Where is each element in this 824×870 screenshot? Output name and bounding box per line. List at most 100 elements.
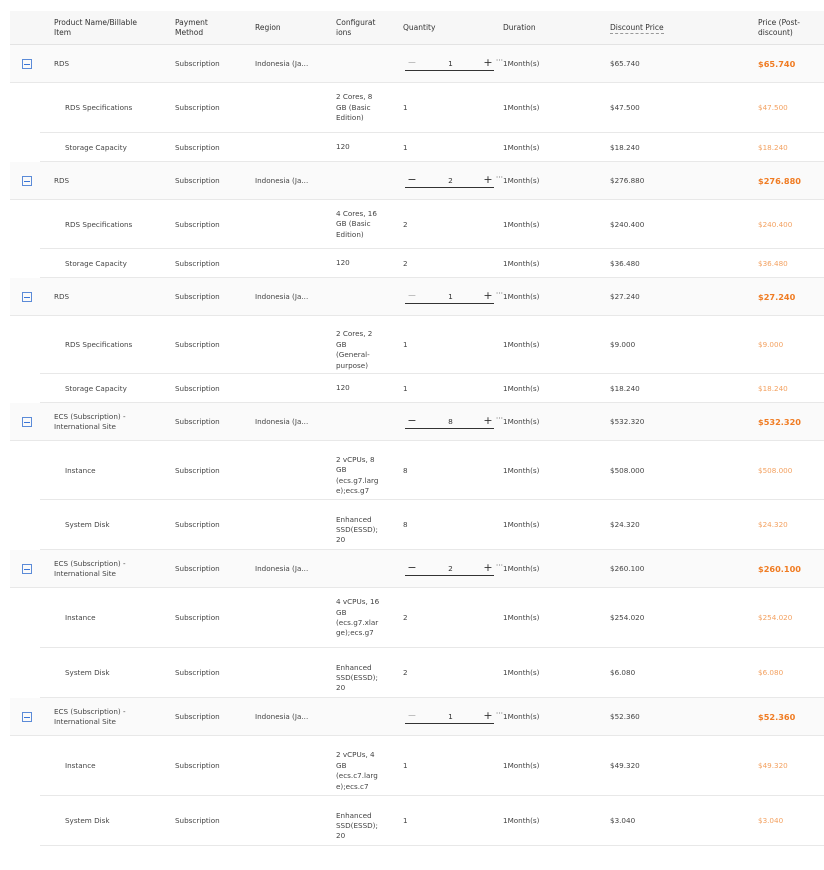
table-body: RDS Subscription Indonesia (Ja... −1 + ··· 1Mo… bbox=[10, 45, 824, 846]
payment-method: Subscription bbox=[175, 520, 220, 529]
duration: 1Month(s) bbox=[503, 258, 540, 268]
ellipsis-icon[interactable]: ··· bbox=[496, 414, 503, 423]
billable-item-name: RDS Specifications bbox=[65, 219, 133, 229]
minus-square-icon[interactable] bbox=[22, 59, 32, 69]
minus-square-icon[interactable] bbox=[22, 176, 32, 186]
quantity-value[interactable]: 1 bbox=[419, 292, 482, 301]
table-row-child: RDS Specifications Subscription 2 Cores, 2… bbox=[40, 316, 824, 374]
payment-method: Subscription bbox=[175, 816, 220, 825]
minus-icon[interactable]: − bbox=[405, 710, 419, 722]
discount-price: $9.000 bbox=[610, 340, 636, 349]
configuration: Enhanced SSD(ESSD); 20 bbox=[336, 810, 378, 841]
plus-icon[interactable]: + bbox=[482, 415, 494, 427]
discount-price: $36.480 bbox=[610, 258, 640, 268]
collapse-toggle[interactable] bbox=[22, 564, 32, 574]
payment-method: Subscription bbox=[175, 142, 220, 152]
configuration: 120 bbox=[336, 142, 350, 152]
payment-method: Subscription bbox=[175, 465, 220, 475]
post-discount-price: $47.500 bbox=[758, 103, 788, 112]
quantity-stepper[interactable]: −1 + ··· bbox=[405, 709, 503, 724]
duration: 1Month(s) bbox=[503, 520, 540, 529]
header-configurations: Configurations bbox=[336, 17, 376, 37]
plus-icon[interactable]: + bbox=[482, 57, 494, 69]
billable-item-name: System Disk bbox=[65, 816, 110, 825]
product-name: ECS (Subscription) - International Site bbox=[54, 412, 126, 432]
minus-icon[interactable]: − bbox=[405, 562, 419, 574]
quantity-value[interactable]: 8 bbox=[419, 417, 482, 426]
quantity-value[interactable]: 2 bbox=[419, 176, 482, 185]
ellipsis-icon[interactable]: ··· bbox=[496, 56, 503, 65]
duration: 1Month(s) bbox=[503, 613, 540, 622]
quantity-stepper[interactable]: −8 + ··· bbox=[405, 414, 503, 429]
discount-price: $240.400 bbox=[610, 219, 645, 229]
minus-square-icon[interactable] bbox=[22, 564, 32, 574]
collapse-toggle[interactable] bbox=[22, 292, 32, 302]
discount-price: $532.320 bbox=[610, 417, 645, 426]
minus-icon[interactable]: − bbox=[405, 415, 419, 427]
header-region: Region bbox=[255, 22, 281, 32]
header-duration: Duration bbox=[503, 22, 536, 32]
quantity-stepper[interactable]: −2 + ··· bbox=[405, 173, 503, 188]
minus-square-icon[interactable] bbox=[22, 712, 32, 722]
product-name: RDS bbox=[54, 176, 70, 185]
header-payment-method: Payment Method bbox=[175, 17, 208, 37]
configuration: 4 Cores, 16 GB (Basic Edition) bbox=[336, 208, 377, 239]
quantity-stepper[interactable]: −1 + ··· bbox=[405, 289, 503, 304]
minus-icon[interactable]: − bbox=[405, 290, 419, 302]
product-name: ECS (Subscription) - International Site bbox=[54, 707, 126, 727]
payment-method: Subscription bbox=[175, 668, 220, 677]
duration: 1Month(s) bbox=[503, 668, 540, 677]
region: Indonesia (Ja... bbox=[255, 712, 309, 721]
discount-price: $27.240 bbox=[610, 292, 640, 301]
ellipsis-icon[interactable]: ··· bbox=[496, 173, 503, 182]
region: Indonesia (Ja... bbox=[255, 564, 309, 573]
quantity-value[interactable]: 1 bbox=[419, 59, 482, 68]
quantity-stepper[interactable]: −1 + ··· bbox=[405, 56, 503, 71]
discount-price-tooltip-label[interactable]: Discount Price bbox=[610, 22, 664, 34]
order-items-table: Product Name/Billable Item Payment Metho… bbox=[10, 11, 824, 846]
region: Indonesia (Ja... bbox=[255, 417, 309, 426]
collapse-toggle[interactable] bbox=[22, 417, 32, 427]
payment-method: Subscription bbox=[175, 417, 220, 426]
post-discount-price: $6.080 bbox=[758, 668, 784, 677]
ellipsis-icon[interactable]: ··· bbox=[496, 709, 503, 718]
table-row-child: System Disk Subscription Enhanced SSD(ESSD… bbox=[40, 796, 824, 846]
plus-icon[interactable]: + bbox=[482, 710, 494, 722]
billable-item-name: System Disk bbox=[65, 520, 110, 529]
post-discount-price: $52.360 bbox=[758, 712, 796, 722]
collapse-toggle[interactable] bbox=[22, 712, 32, 722]
post-discount-price: $9.000 bbox=[758, 340, 784, 349]
product-name: RDS bbox=[54, 59, 70, 68]
header-quantity: Quantity bbox=[403, 22, 436, 32]
plus-icon[interactable]: + bbox=[482, 562, 494, 574]
quantity-value[interactable]: 1 bbox=[419, 712, 482, 721]
quantity-stepper[interactable]: −2 + ··· bbox=[405, 561, 503, 576]
duration: 1Month(s) bbox=[503, 417, 540, 426]
post-discount-price: $65.740 bbox=[758, 59, 796, 69]
post-discount-price: $27.240 bbox=[758, 292, 796, 302]
collapse-toggle[interactable] bbox=[22, 176, 32, 186]
billable-item-name: Instance bbox=[65, 761, 96, 770]
minus-square-icon[interactable] bbox=[22, 292, 32, 302]
minus-icon[interactable]: − bbox=[405, 174, 419, 186]
header-discount-price[interactable]: Discount Price bbox=[610, 22, 664, 34]
ellipsis-icon[interactable]: ··· bbox=[496, 289, 503, 298]
minus-icon[interactable]: − bbox=[405, 57, 419, 69]
discount-price: $65.740 bbox=[610, 59, 640, 68]
table-row-parent: RDS Subscription Indonesia (Ja... −1 + ··· 1Mo… bbox=[10, 278, 824, 316]
quantity-value[interactable]: 2 bbox=[419, 564, 482, 573]
billable-item-name: Instance bbox=[65, 465, 96, 475]
quantity: 2 bbox=[403, 613, 408, 622]
plus-icon[interactable]: + bbox=[482, 174, 494, 186]
duration: 1Month(s) bbox=[503, 564, 540, 573]
discount-price: $3.040 bbox=[610, 816, 636, 825]
minus-square-icon[interactable] bbox=[22, 417, 32, 427]
plus-icon[interactable]: + bbox=[482, 290, 494, 302]
payment-method: Subscription bbox=[175, 613, 220, 622]
discount-price: $49.320 bbox=[610, 761, 640, 770]
product-name: RDS bbox=[54, 292, 70, 301]
collapse-toggle[interactable] bbox=[22, 59, 32, 69]
ellipsis-icon[interactable]: ··· bbox=[496, 561, 503, 570]
discount-price: $47.500 bbox=[610, 103, 640, 112]
configuration: 2 Cores, 2 GB (General-purpose) bbox=[336, 329, 373, 370]
